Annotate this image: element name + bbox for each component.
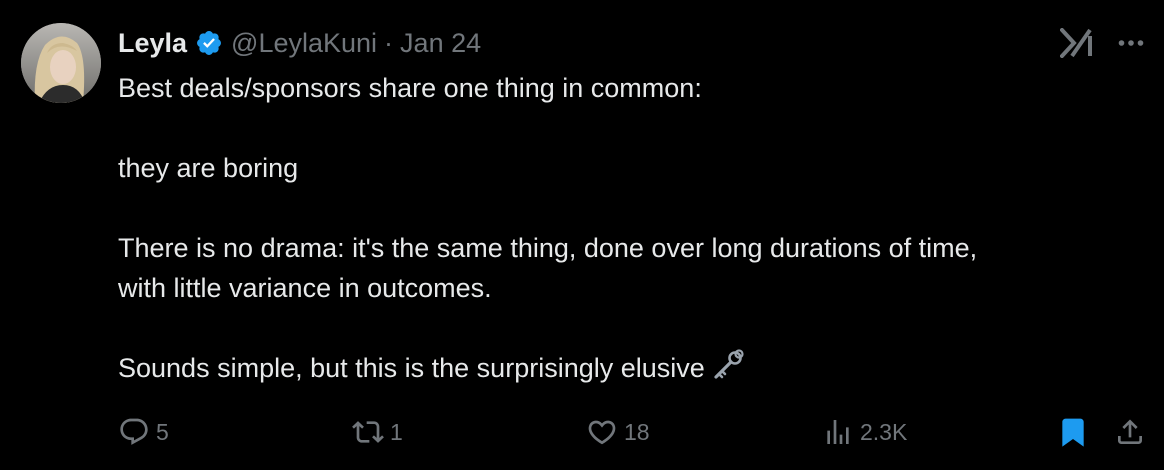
repost-icon	[352, 416, 384, 448]
repost-button[interactable]: 1	[352, 410, 403, 454]
grok-icon[interactable]	[1060, 28, 1094, 58]
bookmark-button[interactable]	[1057, 410, 1089, 454]
avatar-image	[21, 23, 101, 103]
verified-badge-icon[interactable]	[195, 29, 223, 57]
tweet-line: There is no drama: it's the same thing, …	[118, 233, 978, 263]
reply-count: 5	[156, 418, 169, 445]
tweet-line: Best deals/sponsors share one thing in c…	[118, 73, 702, 103]
views-icon	[822, 416, 854, 448]
display-name[interactable]: Leyla	[118, 28, 187, 59]
repost-count: 1	[390, 418, 403, 445]
tweet-line-last: Sounds simple, but this is the surprisin…	[118, 348, 1128, 388]
tweet-line	[118, 108, 1128, 148]
tweet-line-text: Sounds simple, but this is the surprisin…	[118, 353, 705, 383]
tweet-date[interactable]: Jan 24	[400, 28, 481, 59]
reply-icon	[118, 416, 150, 448]
views-button[interactable]: 2.3K	[822, 410, 907, 454]
reply-button[interactable]: 5	[118, 410, 169, 454]
share-button[interactable]	[1114, 410, 1146, 454]
tweet-line: they are boring	[118, 153, 299, 183]
like-button[interactable]: 18	[586, 410, 650, 454]
top-right-controls	[1060, 28, 1144, 58]
bookmark-filled-icon	[1057, 416, 1089, 448]
tweet-header: Leyla @LeylaKuni · Jan 24	[118, 24, 481, 62]
like-count: 18	[624, 418, 650, 445]
separator-dot: ·	[384, 27, 394, 58]
tweet-line	[118, 188, 1128, 228]
tweet[interactable]: Leyla @LeylaKuni · Jan 24 Best deals/spo…	[0, 0, 1164, 470]
views-count: 2.3K	[860, 418, 908, 445]
user-handle[interactable]: @LeylaKuni	[231, 28, 377, 59]
share-icon	[1114, 416, 1146, 448]
more-options-icon[interactable]	[1118, 39, 1144, 47]
tweet-line: with little variance in outcomes.	[118, 273, 492, 303]
action-bar: 5 1 18 2.3K	[118, 410, 1154, 454]
old-key-icon	[711, 349, 745, 383]
heart-icon	[586, 416, 618, 448]
tweet-line	[118, 308, 1128, 348]
avatar[interactable]	[21, 23, 101, 103]
tweet-text: Best deals/sponsors share one thing in c…	[118, 68, 1128, 388]
